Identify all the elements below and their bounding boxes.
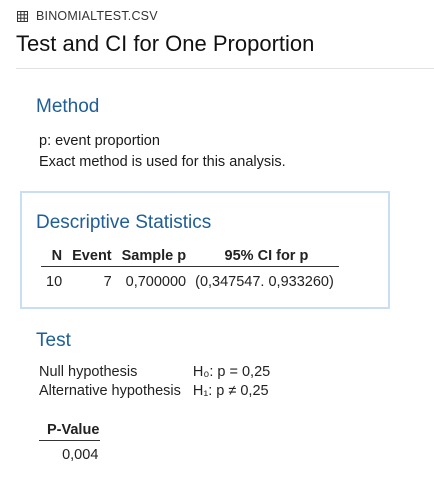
cell-event: 7 [103,274,112,290]
p-value: 0,004 [62,447,99,463]
p-value-header: P-Value [39,422,101,441]
column-header-ci: 95% CI for p [191,247,339,267]
column-header-n: N [41,247,68,267]
null-hypothesis-row: Null hypothesis H₀: p = 0,25 [39,364,270,383]
null-hypothesis-label: Null hypothesis [39,364,138,380]
table-row: 10 7 0,700000 (0,347547. 0,933260) [41,267,339,293]
hypothesis-table: Null hypothesis H₀: p = 0,25 Alternative… [39,364,270,402]
test-heading: Test [36,330,71,351]
cell-ci: (0,347547. 0,933260) [195,274,334,290]
table-header-row: N Event Sample p 95% CI for p [41,247,339,267]
method-heading: Method [36,96,100,117]
alternative-hypothesis-row: Alternative hypothesis H₁: p ≠ 0,25 [39,383,270,402]
alternative-hypothesis-value: H₁: p ≠ 0,25 [192,383,269,399]
cell-sample-p: 0,700000 [125,274,187,290]
file-header: BINOMIALTEST.CSV [17,9,158,23]
file-name: BINOMIALTEST.CSV [36,9,158,23]
column-header-sample-p: Sample p [116,247,192,267]
p-value-table: P-Value 0,004 [39,422,101,463]
method-line: Exact method is used for this analysis. [39,154,286,170]
method-line: p: event proportion [39,133,160,149]
table-grid-icon [17,10,28,22]
descriptive-statistics-table: N Event Sample p 95% CI for p 10 7 0,700… [41,247,339,292]
title-divider [16,68,434,69]
null-hypothesis-value: H₀: p = 0,25 [192,364,271,380]
page-title: Test and CI for One Proportion [16,31,315,56]
alternative-hypothesis-label: Alternative hypothesis [39,383,181,399]
cell-n: 10 [46,274,63,290]
column-header-event: Event [67,247,117,267]
descriptive-statistics-heading: Descriptive Statistics [36,212,212,233]
